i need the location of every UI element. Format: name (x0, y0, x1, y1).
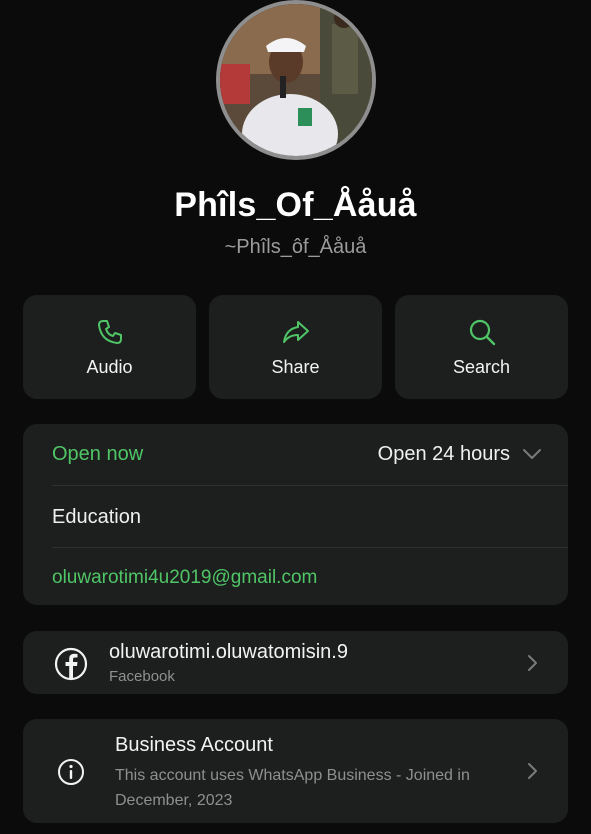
profile-handle: ~Phîls_ôf_Ååuå (224, 236, 367, 258)
profile-name: Phîls_Of_Ååuå (174, 186, 417, 224)
business-info-card: Open now Open 24 hours Education oluwaro… (23, 424, 568, 605)
business-category: Education (52, 506, 141, 528)
open-status: Open now (52, 443, 144, 465)
audio-call-button[interactable]: Audio (23, 295, 196, 399)
business-email-link[interactable]: oluwarotimi4u2019@gmail.com (52, 567, 317, 589)
search-button[interactable]: Search (395, 295, 568, 399)
chevron-down-icon (523, 449, 541, 459)
share-label: Share (271, 356, 320, 377)
share-arrow-icon (282, 320, 309, 343)
share-button[interactable]: Share (209, 295, 382, 399)
avatar-photo (220, 4, 372, 156)
profile-avatar[interactable] (216, 0, 376, 160)
search-icon (469, 319, 495, 345)
business-account-description: This account uses WhatsApp Business - Jo… (115, 767, 470, 809)
business-account-row[interactable]: Business Account This account uses Whats… (23, 719, 568, 823)
info-icon (58, 759, 84, 785)
business-hours-row[interactable]: Open now Open 24 hours (23, 424, 568, 486)
business-hours: Open 24 hours (377, 443, 510, 465)
facebook-icon (54, 647, 88, 681)
facebook-link-row[interactable]: oluwarotimi.oluwatomisin.9 Facebook (23, 631, 568, 694)
facebook-label: Facebook (109, 668, 175, 685)
divider (52, 485, 568, 486)
business-account-title: Business Account (115, 734, 273, 756)
facebook-username: oluwarotimi.oluwatomisin.9 (109, 641, 348, 663)
phone-icon (97, 319, 122, 344)
divider (52, 547, 568, 548)
chevron-right-icon (528, 655, 537, 671)
search-label: Search (452, 356, 511, 377)
audio-label: Audio (86, 356, 133, 377)
action-buttons: Audio Share Search (23, 295, 568, 399)
chevron-right-icon (528, 763, 537, 779)
